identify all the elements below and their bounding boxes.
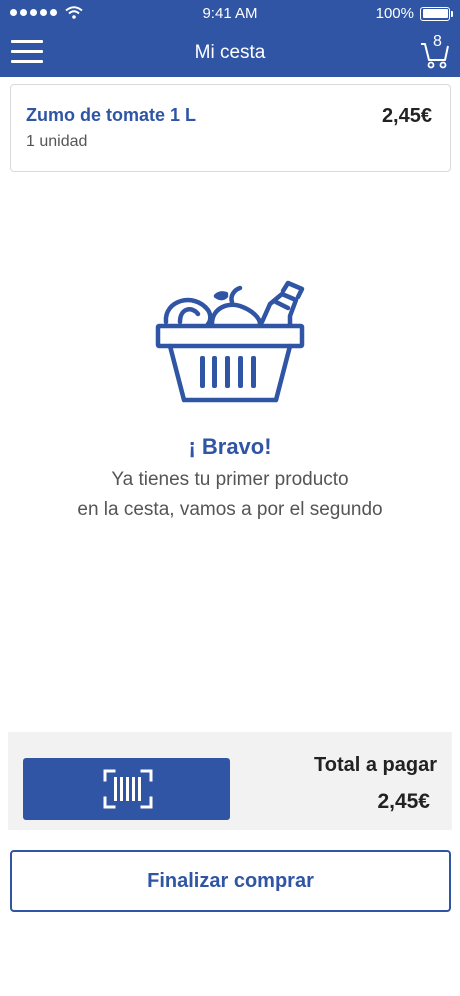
cart-item-card[interactable]: Zumo de tomate 1 L 1 unidad 2,45€ — [10, 84, 451, 172]
item-price: 2,45€ — [381, 105, 432, 127]
checkout-panel: Total a pagar 2,45€ — [8, 732, 452, 830]
empty-message-title: ¡ Bravo! — [188, 434, 272, 459]
total-label: Total a pagar — [314, 754, 437, 776]
item-quantity: 1 unidad — [26, 133, 88, 150]
barcode-scan-icon — [103, 769, 153, 809]
basket-illustration — [155, 280, 305, 403]
battery-area: 100% — [375, 5, 453, 22]
item-name: Zumo de tomate 1 L — [26, 105, 197, 125]
finalize-purchase-button[interactable]: Finalizar comprar — [10, 850, 451, 912]
scan-barcode-button[interactable] — [23, 758, 230, 820]
battery-percent: 100% — [375, 5, 414, 22]
empty-message-line-1: Ya tienes tu primer producto — [111, 469, 349, 490]
battery-icon — [420, 6, 453, 21]
cart-count-badge: 8 — [433, 33, 442, 50]
page-title: Mi cesta — [194, 42, 266, 63]
total-value: 2,45€ — [377, 790, 430, 813]
navbar: Mi cesta 8 — [0, 28, 460, 77]
cart-button[interactable]: 8 — [420, 33, 450, 70]
status-bar: 9:41 AM 100% — [0, 0, 460, 28]
empty-message-line-2: en la cesta, vamos a por el segundo — [77, 499, 383, 520]
